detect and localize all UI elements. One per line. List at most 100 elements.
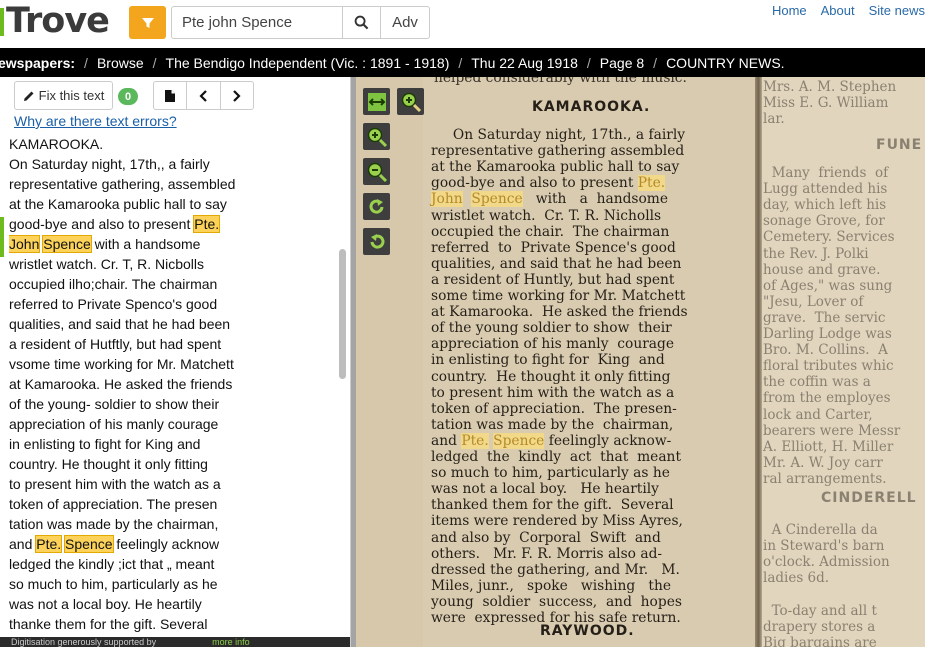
text-segment: of the young- soldier to show their [9,396,220,412]
search-highlight: John [9,235,41,253]
np-text-segment: and also by Corporal Swift and [431,529,661,546]
text-line: occupied ilho;chair. The chairman [9,274,339,294]
np-line: ledged the kindly act that meant [431,449,681,465]
np-text-segment: ledged the kindly act that meant [431,449,681,465]
correction-count-badge: 0 [118,88,138,105]
text-segment: a resident of Hutftly, but had spent [9,336,222,352]
chevron-left-icon [199,89,207,102]
np-right-line: day, which left his [763,197,887,214]
page-image-viewer[interactable]: helped considerably with the music. KAMA… [356,77,925,647]
np-right-line: the Rev. J. Polki [763,245,869,262]
about-link[interactable]: About [821,3,855,18]
np-right-line: Miss E. G. William [763,95,889,111]
np-right-line: ral arrangements. [763,470,887,487]
np-text-segment: and [431,432,462,449]
np-right-line: Lugg attended his [763,181,888,198]
np-right-line: from the employes [763,390,891,407]
np-text-segment: at the Kamarooka public hall to say [431,159,680,176]
np-text-segment: so much to him, particularly as he [431,465,670,482]
panel-accent [0,217,4,257]
breadcrumb-browse[interactable]: Browse [97,55,144,71]
home-link[interactable]: Home [772,3,807,18]
text-line: a resident of Hutftly, but had spent [9,334,339,354]
text-line: at the Kamarooka public hall to say [9,194,339,214]
breadcrumb-newspapers[interactable]: ewspapers: [0,55,75,71]
search-highlight: Pte. [193,215,221,233]
rotate-left-button[interactable] [363,228,390,255]
search-highlight: Spence [64,535,114,553]
search-input[interactable] [171,6,342,39]
np-right-line: Big bargains are [763,634,877,647]
np-right-line: Cemetery. Services [763,229,895,246]
np-text-segment: qualities, and said that he had been [431,255,682,272]
np-text-segment: to present him with the watch as a [431,384,675,401]
np-text-segment: tation was made by the chairman, [431,416,674,433]
filter-icon [141,17,154,28]
rotate-right-button[interactable] [363,193,390,220]
text-errors-link[interactable]: Why are there text errors? [14,113,177,129]
np-right-line: Many friends of [763,165,889,181]
zoom-out-icon [367,162,387,182]
np-text-segment: with a handsome [522,191,669,208]
document-button[interactable] [154,82,186,109]
breadcrumb-separator: / [586,54,591,71]
text-segment: country. He thought it only fitting [9,456,208,472]
text-line: John Spence with a handsome [9,234,339,254]
np-text-segment: country. He thought it only fitting [431,368,671,385]
np-text-segment: at Kamarooka. He asked the friends [431,304,688,321]
breadcrumb-issue[interactable]: Thu 22 Aug 1918 [471,55,578,71]
text-segment: tation was made by the chairman, [9,516,219,532]
breadcrumb-page[interactable]: Page 8 [600,55,644,71]
breadcrumb-title[interactable]: The Bendigo Independent (Vic. : 1891 - 1… [166,55,450,71]
np-text-segment: items were rendered by Miss Ayres, [431,513,683,530]
advanced-search-button[interactable]: Adv [381,6,430,39]
np-line: was not a local boy. He heartily [431,481,659,497]
np-line: others. Mr. F. R. Morris also ad- [431,546,662,562]
np-search-highlight: Pte. [461,432,489,449]
np-right-line: CINDERELL [821,490,917,506]
text-segment: good-bye and also to present [9,216,195,232]
site-news-link[interactable]: Site news [869,3,925,18]
text-segment: thanke them for the gift. Several [9,616,208,632]
np-right-line: drapery stores a [763,618,876,635]
np-line: and Pte. Spence feelingly acknow- [431,432,672,449]
more-info-link[interactable]: more info [212,637,250,647]
np-line: items were rendered by Miss Ayres, [431,513,683,529]
text-segment: so much to him, particularly as he [9,576,218,592]
np-line: some time working for Mr. Matchett [431,288,685,304]
next-button[interactable] [219,82,253,109]
np-line: in enlisting to fight for King and [431,352,665,368]
np-search-highlight: Spence [493,432,545,449]
chevron-right-icon [233,89,241,102]
text-line: token of appreciation. The presen [9,494,339,514]
np-line: representative gathering assembled [431,143,684,159]
np-text-segment: wristlet watch. Cr. T. R. Nicholls [431,207,662,224]
np-text-segment: young soldier success, and hopes [431,593,682,610]
text-segment: at Kamarooka. He asked the friends [9,376,233,392]
np-top-fragment: helped considerably with the music. [434,77,687,86]
zoom-in-icon [367,127,387,147]
zoom-in-button[interactable] [363,123,390,150]
scrollbar[interactable] [339,249,346,379]
np-right-line: Darling Lodge was [763,326,892,342]
np-right-line: of Ages," was sung [763,277,893,294]
np-line: wristlet watch. Cr. T. R. Nicholls [431,208,661,224]
text-segment: to present him with the watch as a [9,476,221,492]
np-right-line: house and grave. [763,261,881,278]
text-line: thanke them for the gift. Several [9,614,339,632]
text-line: tation was made by the chairman, [9,514,339,534]
fit-width-button[interactable] [363,88,390,115]
np-right-line: floral tributes whic [763,358,894,375]
text-segment: token of appreciation. The presen [9,496,218,512]
zoom-out-button[interactable] [363,158,390,185]
zoom-select-button[interactable] [397,88,424,115]
text-tool-group [153,81,254,110]
filter-button[interactable] [129,6,166,39]
text-segment: appreciation of his manly courage [9,416,219,432]
previous-button[interactable] [186,82,219,109]
trove-logo[interactable]: Trove [6,1,110,41]
np-line: country. He thought it only fitting [431,369,670,385]
search-button[interactable] [342,6,381,39]
fix-text-button[interactable]: Fix this text [14,81,113,110]
np-text-segment: feelingly acknow- [544,432,672,449]
